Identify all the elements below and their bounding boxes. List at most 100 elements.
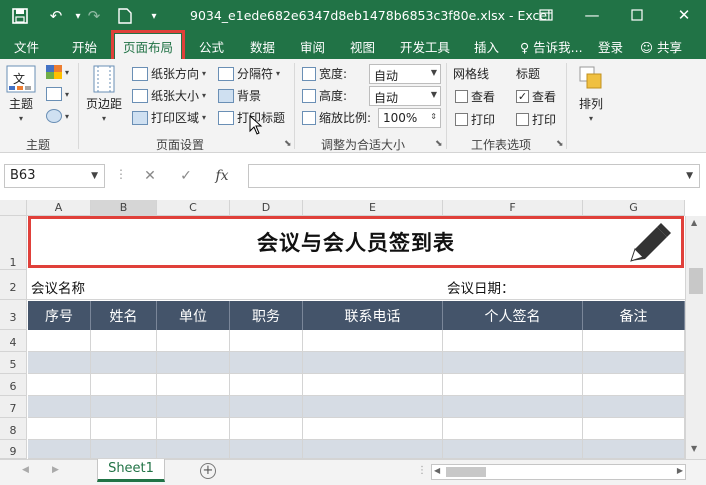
tab-view[interactable]: 视图: [350, 37, 375, 56]
column-header-g[interactable]: G: [583, 200, 685, 216]
customize-icon[interactable]: ▾: [144, 6, 164, 26]
row-header-3[interactable]: 3: [0, 300, 27, 330]
table-cell[interactable]: [303, 396, 443, 418]
fonts-button[interactable]: ▾: [46, 87, 69, 101]
gridlines-print-checkbox[interactable]: 打印: [455, 111, 495, 128]
vertical-scroll-thumb[interactable]: [689, 268, 703, 294]
table-cell[interactable]: [91, 330, 157, 352]
table-cell[interactable]: [230, 330, 303, 352]
redo-icon[interactable]: ↷: [84, 6, 104, 26]
header-cell-phone[interactable]: 联系电话: [303, 301, 443, 330]
height-dropdown[interactable]: 自动 ▼: [369, 86, 441, 106]
table-cell[interactable]: [28, 330, 91, 352]
arrange-button[interactable]: 排列 ▾: [578, 65, 604, 123]
table-cell[interactable]: [91, 396, 157, 418]
table-cell[interactable]: [583, 374, 685, 396]
table-cell[interactable]: [230, 352, 303, 374]
colors-button[interactable]: ▾: [46, 65, 69, 79]
row-header-9[interactable]: 9: [0, 440, 27, 459]
sheet-tab-sheet1[interactable]: Sheet1: [97, 459, 165, 482]
enter-icon[interactable]: ✓: [168, 168, 204, 184]
name-box[interactable]: B63 ▼: [4, 164, 105, 188]
share-button[interactable]: ☺ 共享: [640, 37, 682, 56]
table-cell[interactable]: [28, 396, 91, 418]
undo-icon[interactable]: ↶: [46, 6, 66, 26]
table-cell[interactable]: [91, 374, 157, 396]
orientation-button[interactable]: 纸张方向 ▾: [132, 65, 206, 82]
formula-input[interactable]: ▼: [248, 164, 700, 188]
page-setup-launcher-icon[interactable]: ⬊: [284, 139, 292, 149]
table-cell[interactable]: [157, 396, 230, 418]
scroll-down-icon[interactable]: ▼: [691, 444, 697, 453]
tab-page-layout[interactable]: 页面布局: [110, 30, 186, 63]
login-link[interactable]: 登录: [598, 37, 623, 56]
table-cell[interactable]: [91, 440, 157, 459]
tell-me-box[interactable]: ♀ 告诉我...: [520, 37, 583, 56]
table-cell[interactable]: [230, 374, 303, 396]
tab-developer[interactable]: 开发工具: [400, 37, 450, 56]
vertical-scrollbar[interactable]: ▲ ▼: [685, 216, 706, 459]
close-icon[interactable]: ✕: [669, 4, 699, 26]
sheet-title-band[interactable]: 会议与会人员签到表: [28, 216, 684, 268]
table-cell[interactable]: [28, 352, 91, 374]
themes-button[interactable]: 文 主题 ▾: [6, 65, 36, 123]
next-sheet-icon[interactable]: ▶: [52, 465, 59, 475]
table-cell[interactable]: [443, 396, 583, 418]
table-cell[interactable]: [157, 352, 230, 374]
table-cell[interactable]: [583, 352, 685, 374]
scale-spinner[interactable]: 100% ⇕: [378, 108, 441, 128]
table-cell[interactable]: [443, 374, 583, 396]
prev-sheet-icon[interactable]: ◀: [22, 465, 29, 475]
new-file-icon[interactable]: [115, 6, 135, 26]
effects-button[interactable]: ▾: [46, 109, 69, 123]
row-header-4[interactable]: 4: [0, 330, 27, 352]
table-cell[interactable]: [583, 418, 685, 440]
column-header-d[interactable]: D: [230, 200, 303, 216]
table-cell[interactable]: [157, 374, 230, 396]
table-cell[interactable]: [28, 374, 91, 396]
table-cell[interactable]: [303, 418, 443, 440]
table-cell[interactable]: [583, 396, 685, 418]
select-all-corner[interactable]: [0, 200, 27, 216]
row-header-7[interactable]: 7: [0, 396, 27, 418]
table-cell[interactable]: [157, 418, 230, 440]
breaks-button[interactable]: 分隔符 ▾: [218, 65, 280, 82]
ribbon-display-icon[interactable]: [531, 4, 561, 26]
scale-launcher-icon[interactable]: ⬊: [435, 139, 443, 149]
table-cell[interactable]: [443, 418, 583, 440]
scroll-up-icon[interactable]: ▲: [691, 218, 697, 227]
background-button[interactable]: 背景: [218, 87, 261, 104]
add-sheet-icon[interactable]: +: [200, 463, 216, 479]
table-cell[interactable]: [157, 440, 230, 459]
horizontal-scrollbar[interactable]: ◀ ▶: [431, 464, 686, 480]
table-cell[interactable]: [303, 440, 443, 459]
table-cell[interactable]: [303, 374, 443, 396]
column-header-a[interactable]: A: [27, 200, 91, 216]
tab-formulas[interactable]: 公式: [199, 37, 224, 56]
table-cell[interactable]: [443, 330, 583, 352]
row-header-5[interactable]: 5: [0, 352, 27, 374]
width-dropdown[interactable]: 自动 ▼: [369, 64, 441, 84]
save-icon[interactable]: [10, 6, 30, 26]
table-cell[interactable]: [157, 330, 230, 352]
horizontal-scroll-thumb[interactable]: [446, 467, 486, 477]
tab-split-grip-icon[interactable]: ⋮: [417, 465, 427, 476]
table-cell[interactable]: [91, 352, 157, 374]
table-cell[interactable]: [303, 330, 443, 352]
scroll-right-icon[interactable]: ▶: [677, 466, 683, 475]
tab-review[interactable]: 审阅: [300, 37, 325, 56]
tab-home[interactable]: 开始: [72, 37, 97, 56]
table-cell[interactable]: [28, 418, 91, 440]
header-cell-remarks[interactable]: 备注: [583, 301, 685, 330]
table-cell[interactable]: [91, 418, 157, 440]
tab-file[interactable]: 文件: [14, 37, 39, 56]
tab-data[interactable]: 数据: [250, 37, 275, 56]
header-cell-unit[interactable]: 单位: [157, 301, 230, 330]
scroll-left-icon[interactable]: ◀: [434, 466, 440, 475]
column-header-f[interactable]: F: [443, 200, 583, 216]
maximize-icon[interactable]: [622, 4, 652, 26]
header-cell-position[interactable]: 职务: [230, 301, 303, 330]
table-cell[interactable]: [230, 396, 303, 418]
table-cell[interactable]: [28, 440, 91, 459]
row-header-8[interactable]: 8: [0, 418, 27, 440]
